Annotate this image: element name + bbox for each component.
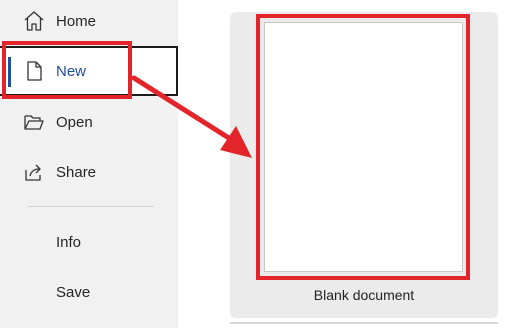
sidebar-item-info[interactable]: Info xyxy=(0,217,178,267)
sidebar-item-label: Save xyxy=(56,283,91,301)
blank-document-thumbnail[interactable] xyxy=(264,22,463,272)
sidebar-item-new[interactable]: New xyxy=(0,46,178,96)
sidebar-item-label: New xyxy=(56,62,87,80)
backstage-sidebar: Home New Open Share Info Save xyxy=(0,0,178,328)
folder-open-icon xyxy=(22,110,46,134)
sidebar-item-label: Home xyxy=(56,12,97,30)
sidebar-item-open[interactable]: Open xyxy=(0,97,178,147)
sidebar-item-label: Share xyxy=(56,163,97,181)
new-document-icon xyxy=(22,59,46,83)
sidebar-item-label: Info xyxy=(56,233,82,251)
share-icon xyxy=(22,160,46,184)
template-label: Blank document xyxy=(313,287,415,303)
sidebar-item-home[interactable]: Home xyxy=(0,0,178,46)
sidebar-item-save[interactable]: Save xyxy=(0,267,178,317)
sidebar-item-share[interactable]: Share xyxy=(0,147,178,197)
sidebar-item-label: Open xyxy=(56,113,93,131)
selection-indicator xyxy=(8,57,11,87)
home-icon xyxy=(22,9,46,33)
template-row-divider xyxy=(230,322,498,324)
sidebar-divider xyxy=(28,206,154,207)
